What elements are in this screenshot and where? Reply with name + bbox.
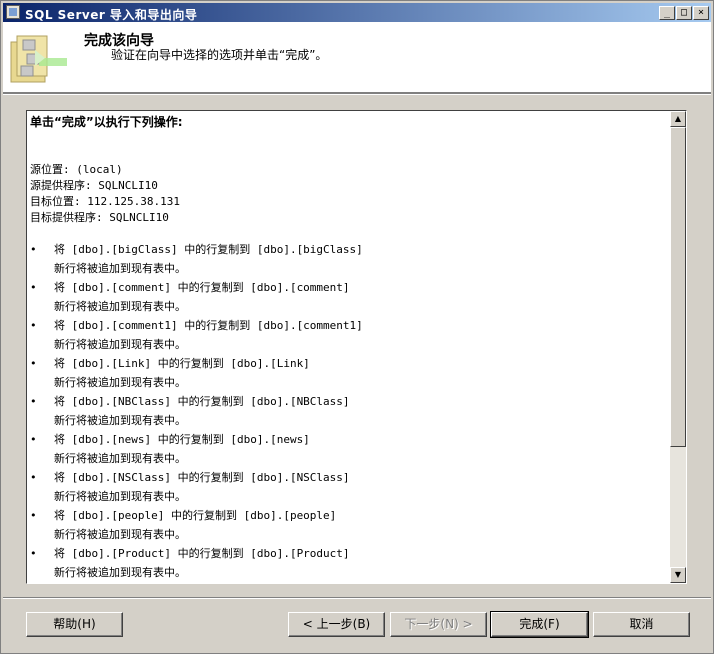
operation-text: 将 [dbo].[Product] 中的行复制到 [dbo].[Product] (54, 547, 350, 560)
bullet-icon: • (30, 433, 37, 446)
minimize-button[interactable]: _ (659, 6, 675, 20)
bullet-icon: • (30, 547, 37, 560)
summary-textbox[interactable]: 单击“完成”以执行下列操作: 源位置: (local) 源提供程序: SQLNC… (26, 110, 687, 584)
back-button[interactable]: < 上一步(B) (288, 612, 385, 637)
operation-note: 新行将被追加到现有表中。 (54, 376, 186, 389)
operation-text: 将 [dbo].[Link] 中的行复制到 [dbo].[Link] (54, 357, 310, 370)
bullet-icon: • (30, 509, 37, 522)
cancel-button[interactable]: 取消 (593, 612, 690, 637)
list-item: • 将 [dbo].[people] 中的行复制到 [dbo].[people] 新… (30, 508, 668, 546)
scroll-down-button[interactable]: ▼ (670, 567, 686, 583)
footer-divider (3, 597, 711, 599)
maximize-button[interactable]: □ (676, 6, 692, 20)
operation-text: 将 [dbo].[NSClass] 中的行复制到 [dbo].[NSClass] (54, 471, 350, 484)
operation-note: 新行将被追加到现有表中。 (54, 566, 186, 579)
operation-text: 将 [dbo].[comment1] 中的行复制到 [dbo].[comment… (54, 319, 363, 332)
bullet-icon: • (30, 471, 37, 484)
operation-note: 新行将被追加到现有表中。 (54, 262, 186, 275)
header-divider (3, 93, 711, 95)
app-icon (6, 5, 20, 19)
bullet-icon: • (30, 281, 37, 294)
bullet-icon: • (30, 395, 37, 408)
operation-note: 新行将被追加到现有表中。 (54, 490, 186, 503)
summary-content: 单击“完成”以执行下列操作: 源位置: (local) 源提供程序: SQLNC… (30, 114, 668, 583)
window-title: SQL Server 导入和导出向导 (25, 8, 198, 22)
wizard-icon (10, 35, 67, 83)
help-button[interactable]: 帮助(H) (26, 612, 123, 637)
header-subtitle: 验证在向导中选择的选项并单击“完成”。 (111, 48, 328, 62)
scroll-thumb[interactable] (670, 127, 686, 447)
finish-button[interactable]: 完成(F) (490, 611, 589, 638)
operation-note: 新行将被追加到现有表中。 (54, 300, 186, 313)
bullet-icon: • (30, 319, 37, 332)
scroll-up-button[interactable]: ▲ (670, 111, 686, 127)
title-bar[interactable]: SQL Server 导入和导出向导 _ □ × (3, 3, 711, 22)
source-location: 源位置: (local) (30, 163, 123, 176)
list-item: • 将 [dbo].[bigClass] 中的行复制到 [dbo].[bigCla… (30, 242, 668, 280)
wizard-window: SQL Server 导入和导出向导 _ □ × 完成该向导 验证在向导中选择的… (0, 0, 714, 654)
destination-provider: 目标提供程序: SQLNCLI10 (30, 211, 169, 224)
operation-list: • 将 [dbo].[bigClass] 中的行复制到 [dbo].[bigCla… (30, 242, 668, 583)
list-item: • 将 [dbo].[NBClass] 中的行复制到 [dbo].[NBClass… (30, 394, 668, 432)
destination-location: 目标位置: 112.125.38.131 (30, 195, 180, 208)
operation-text: 将 [dbo].[news] 中的行复制到 [dbo].[news] (54, 433, 310, 446)
list-item: • 将 [dbo].[NSClass] 中的行复制到 [dbo].[NSClass… (30, 470, 668, 508)
list-item: • 将 [dbo].[comment] 中的行复制到 [dbo].[comment… (30, 280, 668, 318)
operation-note: 新行将被追加到现有表中。 (54, 414, 186, 427)
operation-text: 将 [dbo].[comment] 中的行复制到 [dbo].[comment] (54, 281, 350, 294)
bullet-icon: • (30, 357, 37, 370)
operation-text: 将 [dbo].[bigClass] 中的行复制到 [dbo].[bigClas… (54, 243, 363, 256)
operation-text: 将 [dbo].[people] 中的行复制到 [dbo].[people] (54, 509, 337, 522)
list-item: • 将 [dbo].[Link] 中的行复制到 [dbo].[Link] 新行将被追… (30, 356, 668, 394)
list-item: • 将 [dbo].[Product] 中的行复制到 [dbo].[Product… (30, 546, 668, 583)
next-button[interactable]: 下一步(N) > (390, 612, 487, 637)
summary-intro: 单击“完成”以执行下列操作: (30, 115, 183, 129)
close-button[interactable]: × (693, 6, 709, 20)
header-panel: 完成该向导 验证在向导中选择的选项并单击“完成”。 (3, 22, 711, 93)
list-item: • 将 [dbo].[comment1] 中的行复制到 [dbo].[commen… (30, 318, 668, 356)
bullet-icon: • (30, 243, 37, 256)
list-item: • 将 [dbo].[news] 中的行复制到 [dbo].[news] 新行将被追… (30, 432, 668, 470)
vertical-scrollbar[interactable]: ▲ ▼ (670, 111, 686, 583)
operation-text: 将 [dbo].[NBClass] 中的行复制到 [dbo].[NBClass] (54, 395, 350, 408)
operation-note: 新行将被追加到现有表中。 (54, 452, 186, 465)
operation-note: 新行将被追加到现有表中。 (54, 338, 186, 351)
operation-note: 新行将被追加到现有表中。 (54, 528, 186, 541)
source-provider: 源提供程序: SQLNCLI10 (30, 179, 158, 192)
